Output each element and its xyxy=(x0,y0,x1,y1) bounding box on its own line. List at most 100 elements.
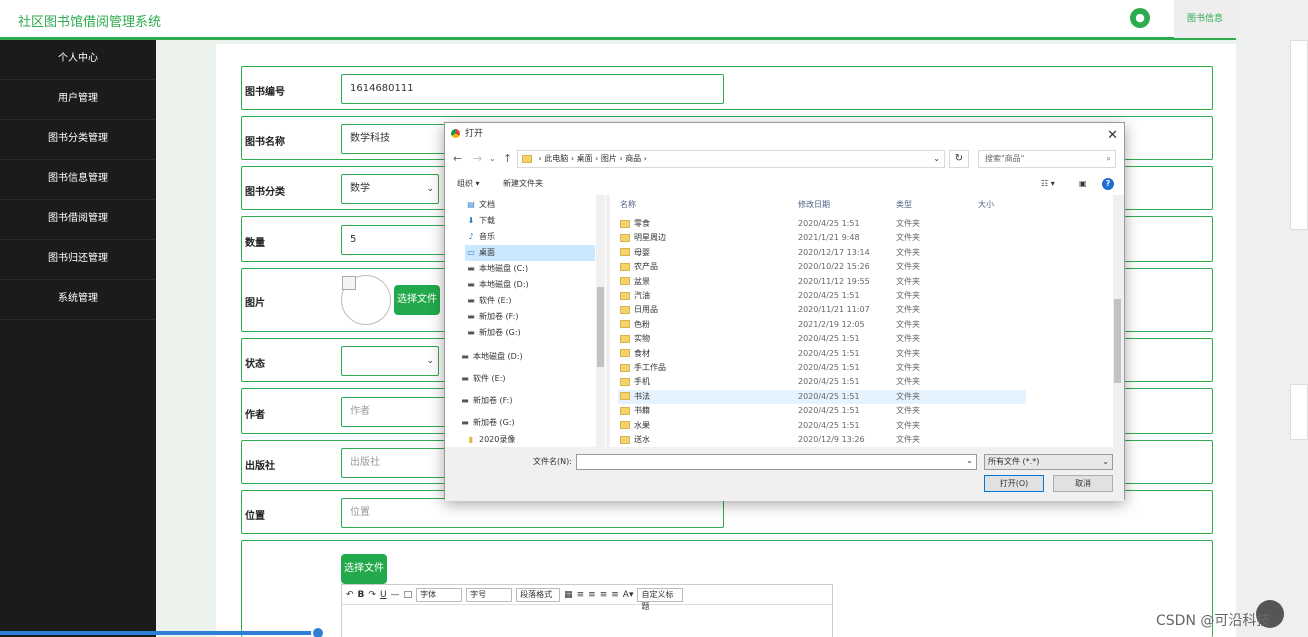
path-breadcrumb[interactable]: › 此电脑 › 桌面 › 图片 › 商品 › ⌄ xyxy=(517,150,945,168)
sidebar-item[interactable]: 系统管理 xyxy=(0,280,156,320)
preview-pane-icon[interactable]: ▣ xyxy=(1079,173,1087,195)
file-row[interactable]: 盆景 2020/11/12 19:55 文件夹 xyxy=(618,275,1026,289)
file-scrollbar[interactable] xyxy=(1113,195,1122,447)
column-date[interactable]: 修改日期 xyxy=(798,199,830,210)
nav-scrollbar[interactable] xyxy=(596,195,605,447)
nav-item[interactable]: ▬ 新加卷 (G:) xyxy=(459,415,514,431)
underline-icon[interactable]: U xyxy=(380,590,387,600)
refresh-icon[interactable]: ↻ xyxy=(949,150,969,168)
size-select[interactable]: 字号 xyxy=(466,587,513,602)
nav-item-label: 下载 xyxy=(479,216,495,225)
scroll-thumb[interactable] xyxy=(1114,299,1121,383)
file-row[interactable]: 手工作品 2020/4/25 1:51 文件夹 xyxy=(618,361,1026,375)
organize-button[interactable]: 组织 ▾ xyxy=(457,173,480,195)
tab-book-info[interactable]: 图书信息 xyxy=(1174,0,1236,38)
sidebar-item[interactable]: 图书归还管理 xyxy=(0,240,156,280)
back-icon[interactable]: ← xyxy=(453,152,462,165)
choose-file-button[interactable]: 选择文件 xyxy=(394,285,440,315)
file-row[interactable]: 书籍 2020/4/25 1:51 文件夹 xyxy=(618,404,1026,418)
status-select[interactable]: ⌄ xyxy=(341,346,439,376)
detail-choose-file-button[interactable]: 选择文件 xyxy=(341,554,387,584)
scroll-thumb[interactable] xyxy=(597,287,604,367)
rich-text-editor[interactable]: ↶ B ↷ U — □ 字体 字号 段落格式 ▦ ≡ ≡ ≡ ≡ A▾ 自定义标… xyxy=(341,584,833,637)
book-no-input[interactable]: 1614680111 xyxy=(341,74,724,104)
nav-item[interactable]: ▬ 新加卷 (G:) xyxy=(465,325,520,341)
font-color-icon[interactable]: A▾ xyxy=(623,590,634,600)
nav-item[interactable]: ▬ 新加卷 (F:) xyxy=(465,309,518,325)
nav-item[interactable]: ▮ 2020录像 xyxy=(465,432,516,447)
nav-item[interactable]: ▬ 新加卷 (F:) xyxy=(459,393,512,409)
view-icon[interactable]: ☷ ▾ xyxy=(1041,173,1055,195)
file-date: 2020/4/25 1:51 xyxy=(798,363,860,372)
progress-knob[interactable] xyxy=(311,626,325,637)
file-row[interactable]: 母婴 2020/12/17 13:14 文件夹 xyxy=(618,246,1026,260)
file-row[interactable]: 明星周边 2021/1/21 9:48 文件夹 xyxy=(618,231,1026,245)
nav-item[interactable]: ▬ 本地磁盘 (D:) xyxy=(459,349,522,365)
new-folder-button[interactable]: 新建文件夹 xyxy=(503,173,543,195)
file-date: 2020/4/25 1:51 xyxy=(798,420,860,430)
forward-icon[interactable]: → xyxy=(473,152,482,165)
file-row[interactable]: 零食 2020/4/25 1:51 文件夹 xyxy=(618,217,1026,231)
chevron-down-icon[interactable]: ⌄ xyxy=(489,154,496,163)
location-input[interactable]: 位置 xyxy=(341,498,724,528)
category-select[interactable]: 数学 ⌄ xyxy=(341,174,439,204)
redo-icon[interactable]: ↷ xyxy=(368,590,376,600)
undo-icon[interactable]: ↶ xyxy=(346,590,354,600)
file-row[interactable]: 日用品 2020/11/21 11:07 文件夹 xyxy=(618,303,1026,317)
chevron-down-icon[interactable]: ⌄ xyxy=(933,151,940,167)
nav-item[interactable]: ♪ 音乐 xyxy=(465,229,495,245)
nav-item[interactable]: ▬ 本地磁盘 (C:) xyxy=(465,261,528,277)
nav-item[interactable]: ▬ 软件 (E:) xyxy=(459,371,506,387)
breadcrumb-item[interactable]: 桌面 xyxy=(577,154,593,163)
sidebar-item[interactable]: 图书借阅管理 xyxy=(0,200,156,240)
file-row[interactable]: 食材 2020/4/25 1:51 文件夹 xyxy=(618,347,1026,361)
file-row[interactable]: 送水 2020/12/9 13:26 文件夹 xyxy=(618,433,1026,447)
open-button[interactable]: 打开(O) xyxy=(984,475,1044,492)
file-row[interactable]: 水果 2020/4/25 1:51 文件夹 xyxy=(618,419,1026,433)
align-right-icon[interactable]: ≡ xyxy=(600,590,608,600)
up-icon[interactable]: ↑ xyxy=(503,152,512,165)
column-name[interactable]: 名称 xyxy=(620,199,636,210)
nav-item[interactable]: ▬ 软件 (E:) xyxy=(465,293,511,309)
bold-icon[interactable]: B xyxy=(358,590,365,600)
custom-title-select[interactable]: 自定义标题 xyxy=(637,587,684,611)
column-type[interactable]: 类型 xyxy=(896,199,912,210)
file-name: 农产品 xyxy=(620,260,658,274)
file-row[interactable]: 农产品 2020/10/22 15:26 文件夹 xyxy=(618,260,1026,274)
column-size[interactable]: 大小 xyxy=(978,199,994,210)
breadcrumb-item[interactable]: 此电脑 xyxy=(544,154,568,163)
align-left-icon[interactable]: ≡ xyxy=(577,590,585,600)
filetype-select[interactable]: 所有文件 (*.*) ⌄ xyxy=(984,454,1113,470)
justify-icon[interactable]: ≡ xyxy=(611,590,619,600)
help-icon[interactable]: ? xyxy=(1102,178,1114,190)
font-select[interactable]: 字体 xyxy=(416,587,463,602)
nav-item[interactable]: ⬇ 下载 xyxy=(465,213,495,229)
cancel-button[interactable]: 取消 xyxy=(1053,475,1113,492)
file-row[interactable]: 汽油 2020/4/25 1:51 文件夹 xyxy=(618,289,1026,303)
sidebar-item[interactable]: 图书分类管理 xyxy=(0,120,156,160)
file-row[interactable]: 手机 2020/4/25 1:51 文件夹 xyxy=(618,375,1026,389)
file-row[interactable]: 色粉 2021/2/19 12:05 文件夹 xyxy=(618,318,1026,332)
progress-bar xyxy=(0,631,318,635)
breadcrumb-item[interactable]: 商品 xyxy=(625,154,641,163)
filename-input[interactable]: ⌄ xyxy=(576,454,977,470)
file-row[interactable]: 书法 2020/4/25 1:51 文件夹 xyxy=(618,389,1026,404)
file-row[interactable]: 实物 2020/4/25 1:51 文件夹 xyxy=(618,332,1026,346)
nav-item[interactable]: ▤ 文档 xyxy=(465,197,495,213)
nav-item[interactable]: ▭ 桌面 xyxy=(465,245,595,261)
breadcrumb-item[interactable]: 图片 xyxy=(601,154,617,163)
hr-icon[interactable]: — xyxy=(391,590,400,600)
sidebar-item[interactable]: 图书信息管理 xyxy=(0,160,156,200)
close-icon[interactable]: ✕ xyxy=(1107,125,1118,147)
align-center-icon[interactable]: ≡ xyxy=(588,590,596,600)
sidebar-item[interactable]: 个人中心 xyxy=(0,40,156,80)
table-icon[interactable]: ▦ xyxy=(564,590,573,600)
sidebar-item[interactable]: 用户管理 xyxy=(0,80,156,120)
chevron-down-icon: ⌄ xyxy=(426,356,434,366)
search-input[interactable]: 搜索"商品" ⌕ xyxy=(978,150,1116,168)
nav-item-label: 软件 (E:) xyxy=(473,374,506,383)
clear-icon[interactable]: □ xyxy=(404,590,413,600)
user-icon[interactable]: ● xyxy=(1130,8,1150,28)
paragraph-select[interactable]: 段落格式 xyxy=(516,587,561,602)
nav-item[interactable]: ▬ 本地磁盘 (D:) xyxy=(465,277,528,293)
